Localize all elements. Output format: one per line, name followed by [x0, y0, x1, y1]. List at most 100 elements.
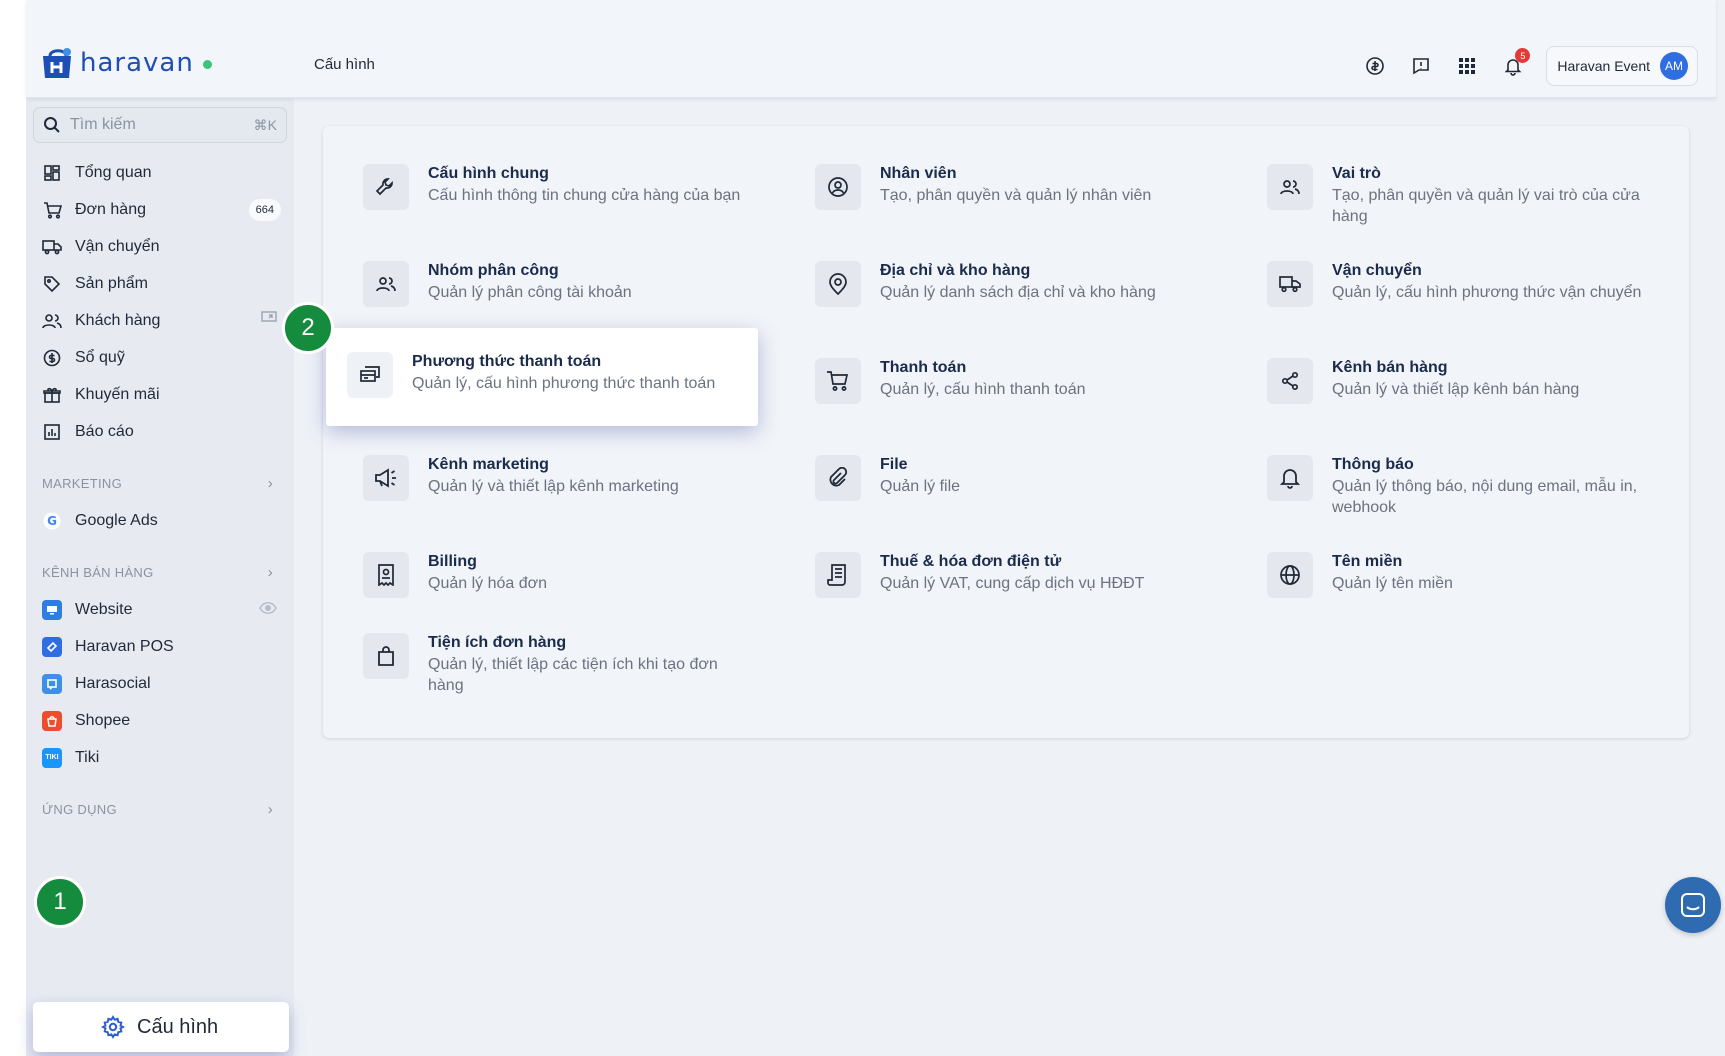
section-title: ỨNG DỤNG: [42, 801, 117, 817]
setting-desc: Quản lý, thiết lập các tiện ích khi tạo …: [428, 656, 718, 694]
setting-tax-einvoice[interactable]: Thuế & hóa đơn điện tử Quản lý VAT, cung …: [815, 552, 1195, 598]
top-actions: 5 Haravan Event AM: [1352, 46, 1698, 86]
setting-marketing-channels[interactable]: Kênh marketing Quản lý và thiết lập kênh …: [363, 455, 743, 501]
setting-files[interactable]: File Quản lý file: [815, 455, 1195, 501]
setting-payment-methods[interactable]: Phương thức thanh toán Quản lý, cấu hình …: [326, 328, 758, 426]
sidebar-item-tiki[interactable]: TIKI Tiki: [33, 739, 287, 776]
apps-grid-icon[interactable]: [1444, 47, 1490, 85]
setting-staff[interactable]: Nhân viên Tạo, phân quyền và quản lý nhân…: [815, 164, 1195, 210]
setting-desc: Tạo, phân quyền và quản lý nhân viên: [880, 187, 1152, 204]
setting-order-utilities[interactable]: Tiện ích đơn hàng Quản lý, thiết lập các …: [363, 633, 743, 696]
sidebar-item-san-pham[interactable]: Sản phẩm: [33, 265, 287, 302]
setting-desc: Quản lý phân công tài khoản: [428, 284, 632, 301]
setting-title: Thông báo: [1332, 456, 1414, 473]
truck-icon: [42, 237, 62, 257]
sidebar-item-label: Tổng quan: [75, 163, 152, 181]
top-bar: haravan Cấu hình 5 Haravan Event AM: [26, 0, 1716, 98]
sidebar-item-google-ads[interactable]: G Google Ads: [33, 502, 287, 539]
sidebar-item-don-hang[interactable]: Đơn hàng 664: [33, 191, 287, 228]
sidebar-item-tong-quan[interactable]: Tổng quan: [33, 154, 287, 191]
megaphone-icon: [363, 455, 409, 501]
bell-icon: [1267, 455, 1313, 501]
globe-icon: [1267, 552, 1313, 598]
sidebar-item-khach-hang[interactable]: Khách hàng: [33, 302, 287, 339]
search-placeholder: Tìm kiếm: [70, 116, 136, 133]
sidebar-item-website[interactable]: Website: [33, 591, 287, 628]
sidebar-item-label: Harasocial: [75, 674, 151, 692]
sidebar-item-so-quy[interactable]: Sổ quỹ: [33, 339, 287, 376]
config-button[interactable]: Cấu hình: [33, 1002, 289, 1052]
feedback-icon[interactable]: [1398, 47, 1444, 85]
billing-icon: [363, 552, 409, 598]
setting-billing[interactable]: Billing Quản lý hóa đơn: [363, 552, 743, 598]
setting-desc: Quản lý, cấu hình phương thức vận chuyển: [1332, 284, 1642, 301]
currency-clock-icon[interactable]: [1352, 47, 1398, 85]
sidebar-item-label: Khách hàng: [75, 311, 161, 329]
svg-text:G: G: [47, 514, 57, 528]
section-apps[interactable]: ỨNG DỤNG ›: [33, 790, 287, 828]
tiki-icon: TIKI: [42, 747, 62, 768]
sidebar-item-haravan-pos[interactable]: Haravan POS: [33, 628, 287, 665]
user-menu[interactable]: Haravan Event AM: [1546, 46, 1698, 86]
sidebar-item-khuyen-mai[interactable]: Khuyến mãi: [33, 376, 287, 413]
users-icon: [42, 311, 62, 331]
online-status-dot: [202, 59, 212, 69]
sidebar-item-label: Website: [75, 600, 133, 618]
sidebar-item-label: Sổ quỹ: [75, 348, 125, 366]
sidebar-item-shopee[interactable]: Shopee: [33, 702, 287, 739]
share-icon: [1267, 358, 1313, 404]
setting-notifications[interactable]: Thông báo Quản lý thông báo, nội dung ema…: [1267, 455, 1647, 518]
setting-title: Tên miền: [1332, 553, 1403, 570]
paperclip-icon: [815, 455, 861, 501]
eye-icon[interactable]: [259, 601, 277, 619]
haravan-logo-icon: [40, 46, 76, 80]
brand-logo[interactable]: haravan: [40, 46, 212, 80]
setting-sales-channels[interactable]: Kênh bán hàng Quản lý và thiết lập kênh b…: [1267, 358, 1647, 404]
screen-share-icon[interactable]: [261, 311, 277, 330]
left-edge-strip: [0, 0, 26, 1056]
sidebar-item-label: Sản phẩm: [75, 274, 148, 292]
section-title: KÊNH BÁN HÀNG: [42, 564, 154, 580]
notification-bell-icon[interactable]: 5: [1490, 47, 1536, 85]
setting-desc: Quản lý hóa đơn: [428, 575, 548, 592]
sidebar-item-label: Vận chuyển: [75, 237, 160, 255]
setting-roles[interactable]: Vai trò Tạo, phân quyền và quản lý vai tr…: [1267, 164, 1647, 227]
config-button-label: Cấu hình: [137, 1015, 219, 1038]
setting-title: Kênh marketing: [428, 456, 549, 473]
chat-support-button[interactable]: [1665, 877, 1721, 933]
shopee-icon: [42, 710, 62, 731]
pos-icon: [42, 636, 62, 657]
setting-title: File: [880, 456, 908, 473]
cart-icon: [42, 200, 62, 220]
sidebar-item-harasocial[interactable]: Harasocial: [33, 665, 287, 702]
chevron-right-icon: ›: [267, 800, 273, 818]
users-icon: [1267, 164, 1313, 210]
settings-panel: Cấu hình chung Cấu hình thông tin chung c…: [323, 126, 1689, 738]
setting-domains[interactable]: Tên miền Quản lý tên miền: [1267, 552, 1647, 598]
setting-title: Thuế & hóa đơn điện tử: [880, 553, 1062, 570]
section-title: MARKETING: [42, 475, 122, 491]
setting-checkout[interactable]: Thanh toán Quản lý, cấu hình thanh toán: [815, 358, 1195, 404]
section-sales-channels[interactable]: KÊNH BÁN HÀNG ›: [33, 553, 287, 591]
chat-icon: [1681, 893, 1705, 917]
setting-title: Địa chỉ và kho hàng: [880, 262, 1031, 279]
setting-shipping[interactable]: Vận chuyển Quản lý, cấu hình phương thức …: [1267, 261, 1647, 307]
setting-addresses-warehouses[interactable]: Địa chỉ và kho hàng Quản lý danh sách địa…: [815, 261, 1195, 307]
section-marketing[interactable]: MARKETING ›: [33, 464, 287, 502]
setting-desc: Quản lý và thiết lập kênh marketing: [428, 478, 679, 495]
setting-title: Billing: [428, 553, 477, 570]
setting-desc: Quản lý, cấu hình phương thức thanh toán: [412, 375, 716, 392]
wrench-icon: [363, 164, 409, 210]
chevron-right-icon: ›: [267, 474, 273, 492]
sidebar-item-van-chuyen[interactable]: Vận chuyển: [33, 228, 287, 265]
dollar-icon: [42, 348, 62, 368]
setting-general[interactable]: Cấu hình chung Cấu hình thông tin chung c…: [363, 164, 743, 210]
page-title: Cấu hình: [314, 56, 375, 73]
search-input[interactable]: Tìm kiếm ⌘K: [33, 107, 287, 143]
avatar: AM: [1660, 52, 1688, 80]
chevron-right-icon: ›: [267, 563, 273, 581]
setting-assignment-groups[interactable]: Nhóm phân công Quản lý phân công tài khoả…: [363, 261, 743, 307]
sidebar-item-bao-cao[interactable]: Báo cáo: [33, 413, 287, 450]
user-name: Haravan Event: [1557, 58, 1650, 74]
setting-desc: Tạo, phân quyền và quản lý vai trò của c…: [1332, 187, 1640, 225]
